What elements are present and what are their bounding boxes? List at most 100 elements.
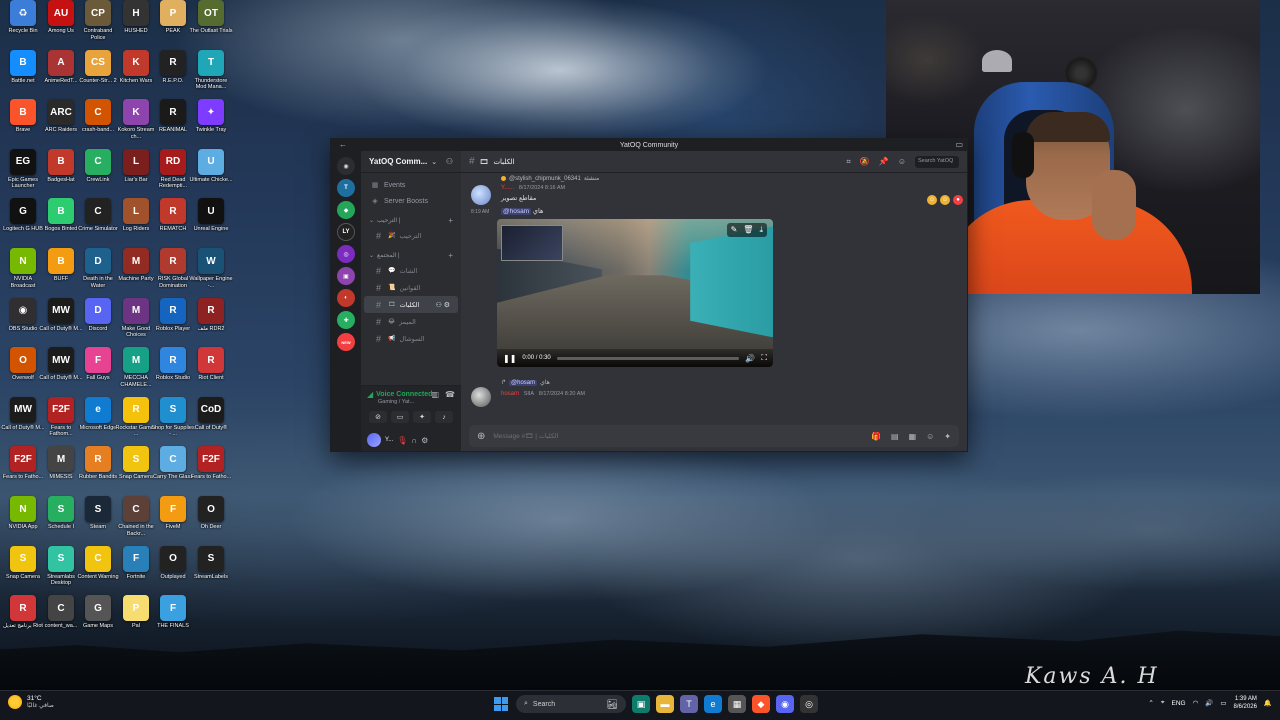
desktop-icon[interactable]: K Kokoro Stream ch... — [116, 99, 156, 140]
add-person-icon[interactable]: ⚇ — [446, 157, 453, 166]
desktop-icon[interactable]: G Game Maps — [78, 595, 118, 630]
server-icon[interactable]: LY — [337, 223, 355, 241]
desktop-icon[interactable]: S Steam — [78, 496, 118, 531]
activities-icon[interactable]: ✦ — [413, 411, 431, 423]
user-mention[interactable]: @hosam — [501, 208, 532, 215]
user-mention[interactable]: @hosam — [509, 379, 538, 386]
desktop-icon[interactable]: B BadgesHat — [41, 148, 81, 184]
desktop-icon[interactable]: MW Call of Duty® M... — [39, 297, 83, 333]
teams-icon[interactable]: T — [680, 695, 698, 713]
pause-icon[interactable]: ❚❚ — [503, 354, 516, 363]
battery-icon[interactable]: ▭ — [1220, 699, 1226, 707]
add-channel-icon[interactable]: + — [448, 216, 453, 225]
desktop-icon[interactable]: R REANIMAL — [153, 99, 193, 134]
weather-widget[interactable]: 31°C صافي غالبًا — [8, 695, 54, 709]
server-icon[interactable]: T — [337, 179, 355, 197]
message-composer[interactable]: ⊕ Message #🎞 | الكلبات 🎁 ▤ ▦ ☺ ✦ — [469, 425, 959, 447]
volume-icon[interactable]: 🔊 — [1205, 699, 1213, 707]
window-control-button[interactable]: ▭ — [955, 140, 963, 149]
desktop-icon[interactable]: C Content Warning — [77, 545, 119, 581]
desktop-icon[interactable]: B Battle.net — [3, 49, 43, 85]
desktop-icon[interactable]: B BUFF — [41, 248, 81, 283]
fullscreen-icon[interactable]: ⛶ — [761, 353, 767, 363]
headphones-icon[interactable]: ∩ — [411, 436, 417, 445]
desktop-icon[interactable]: R Rockstar Games ... — [116, 396, 156, 438]
desktop-icon[interactable]: S StreamLabels — [191, 545, 231, 581]
server-icon[interactable]: ◎ — [337, 245, 355, 263]
desktop-icon[interactable]: S Snap Camera — [3, 545, 43, 581]
desktop-icon[interactable]: F THE FINALS — [153, 595, 193, 630]
new-server-icon[interactable]: NEW — [337, 333, 355, 351]
brave-icon[interactable]: ◆ — [752, 695, 770, 713]
chevron-up-icon[interactable]: ⌃ — [1148, 699, 1153, 707]
desktop-icon[interactable]: CS Counter-Str... 2 — [78, 49, 118, 85]
gift-icon[interactable]: 🎁 — [871, 432, 881, 441]
desktop-icon[interactable]: M Make Good Choices — [116, 297, 156, 339]
voice-status[interactable]: Voice Connected — [376, 391, 432, 398]
store-icon[interactable]: ▦ — [728, 695, 746, 713]
events-item[interactable]: ▦ Events — [361, 177, 461, 193]
back-arrow-icon[interactable]: ← — [339, 140, 347, 149]
channel-item[interactable]: # 💬 الشات — [364, 262, 458, 279]
emoji-reaction-icon[interactable]: ☺ — [927, 195, 937, 205]
desktop-icon[interactable]: T Thunderstore Mod Mana... — [191, 49, 231, 91]
message-input-placeholder[interactable]: Message #🎞 | الكلبات — [493, 432, 558, 440]
desktop-icon[interactable]: R R.E.P.O. — [153, 49, 193, 85]
desktop-icon[interactable]: F FiveM — [153, 496, 193, 531]
gear-icon[interactable]: ⚙ — [421, 436, 428, 445]
desktop-icon[interactable]: N NVIDIA App — [3, 496, 43, 531]
desktop-icon[interactable]: R RISK Global Domination — [153, 248, 193, 289]
video-attachment[interactable]: ✎ 🗑 ⤓ ❚❚ 0:00 / 0:30 🔊 ⛶ — [497, 219, 773, 367]
pin-icon[interactable]: 📌 — [879, 157, 889, 166]
category-header[interactable]: ⌄ المجتمع | + — [361, 248, 461, 262]
desktop-icon[interactable]: L Log Riders — [116, 198, 156, 233]
desktop-icon[interactable]: R REMATCH — [153, 198, 193, 233]
desktop-icon[interactable]: R برنامج تعديل Riot — [3, 595, 43, 630]
desktop-icon[interactable]: Ccrash-band... — [78, 99, 118, 134]
bell-icon[interactable]: 🔕 — [860, 157, 870, 166]
desktop-icon[interactable]: B Bogos Binted — [41, 198, 81, 233]
desktop-icon[interactable]: N NVIDIA Broadcast — [3, 248, 43, 289]
desktop-icon[interactable]: O Overwolf — [3, 347, 43, 382]
apps-icon[interactable]: ✦ — [944, 432, 951, 441]
clock[interactable]: 1:39 AM 8/6/2026 — [1234, 695, 1257, 711]
add-attachment-icon[interactable]: ⊕ — [477, 431, 485, 442]
emoji-reaction-icon[interactable]: ● — [953, 195, 963, 205]
sticker-icon[interactable]: ▦ — [909, 432, 917, 441]
avatar[interactable] — [367, 433, 381, 447]
desktop-icon[interactable]: F2F Fears to Fathom... — [41, 396, 81, 438]
desktop-icon[interactable]: B Brave — [3, 99, 43, 134]
windows-start-icon[interactable] — [492, 695, 510, 713]
location-icon[interactable]: ⌖ — [1161, 699, 1165, 707]
desktop-icon[interactable]: ARC ARC Raiders — [41, 99, 81, 134]
desktop-icon[interactable]: M MIMESIS — [41, 446, 81, 481]
desktop-icon[interactable]: P Pal — [116, 595, 156, 630]
taskbar-search[interactable]: ⌕ Search 🏜 — [516, 695, 626, 713]
video-progress-bar[interactable] — [556, 356, 740, 360]
download-icon[interactable]: ⤓ — [759, 225, 763, 235]
discord-taskbar-icon[interactable]: ◉ — [776, 695, 794, 713]
username[interactable]: Y... — [385, 437, 393, 443]
desktop-icon[interactable]: R Roblox Player — [153, 297, 193, 333]
channel-settings-icon[interactable]: ⚇ ⚙ — [436, 301, 451, 309]
desktop-icon[interactable]: O Outplayed — [153, 545, 193, 581]
desktop-icon[interactable]: Ccontent_wa... — [41, 595, 81, 630]
channel-item[interactable]: # 🎉 الترحيب — [364, 227, 458, 244]
category-header[interactable]: ⌄ الترحيب | + — [361, 213, 461, 227]
desktop-icon[interactable]: F Fortnite — [116, 545, 156, 581]
desktop-icon[interactable]: H HUSHED — [116, 0, 156, 35]
language-indicator[interactable]: ENG — [1172, 700, 1186, 707]
channel-item[interactable]: # 📢 السوشال — [364, 330, 458, 347]
desktop-icon[interactable]: G Logitech G HUB — [3, 198, 43, 233]
message-author[interactable]: hosam — [501, 391, 519, 397]
desktop-icon[interactable]: AU Among Us — [41, 0, 81, 35]
task-view-icon[interactable]: ▣ — [632, 695, 650, 713]
desktop-icon[interactable]: C Crime Simulator — [78, 198, 118, 233]
desktop-icon[interactable]: U Ultimate Chicke... — [189, 148, 233, 184]
emoji-reaction-icon[interactable]: ☺ — [940, 195, 950, 205]
add-channel-icon[interactable]: + — [448, 251, 453, 260]
discord-home-icon[interactable]: ◉ — [337, 157, 355, 175]
desktop-icon[interactable]: L Liar's Bar — [116, 148, 156, 184]
server-icon[interactable]: ▣ — [337, 267, 355, 285]
desktop-icon[interactable]: CP Contraband Police — [78, 0, 118, 41]
